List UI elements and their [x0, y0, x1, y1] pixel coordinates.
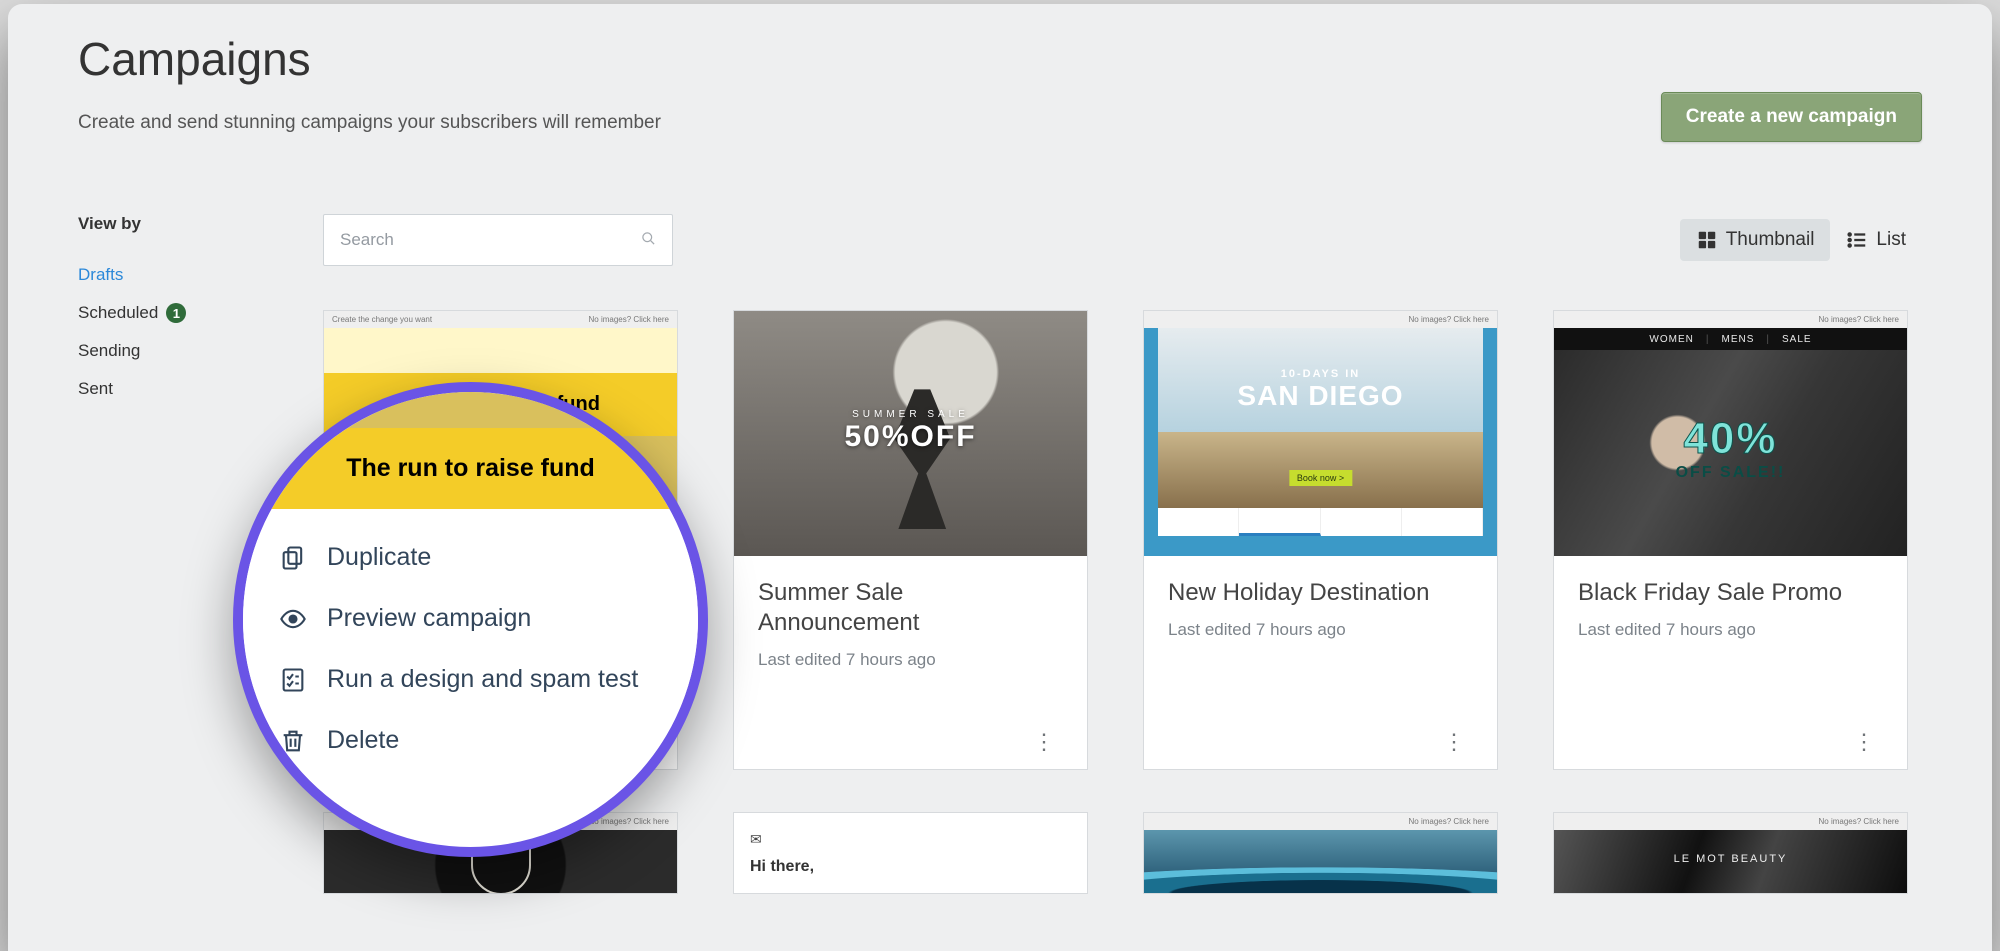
campaign-thumbnail: No images? Click here WOMEN|MENS|SALE 40…: [1554, 311, 1907, 556]
campaign-thumbnail: No images? Click here 10-DAYS INSAN DIEG…: [1144, 311, 1497, 556]
campaign-thumbnail: ✉ Hi there,: [734, 813, 1087, 893]
campaign-title: New Holiday Destination: [1168, 578, 1473, 608]
sidebar-item-label: Scheduled: [78, 303, 158, 323]
search-input-wrapper[interactable]: [323, 214, 673, 266]
campaign-title: Summer Sale Announcement: [758, 578, 1063, 638]
sidebar-item-label: Drafts: [78, 265, 123, 285]
sidebar-item-label: Sending: [78, 341, 140, 361]
page-title: Campaigns: [78, 32, 661, 86]
checklist-icon: [279, 666, 307, 694]
sidebar-item-drafts[interactable]: Drafts: [78, 256, 323, 294]
toggle-label: List: [1876, 229, 1906, 251]
page-subtitle: Create and send stunning campaigns your …: [78, 112, 661, 134]
eye-icon: [279, 605, 307, 633]
menu-delete[interactable]: Delete: [279, 710, 694, 771]
sidebar-item-label: Sent: [78, 379, 113, 399]
toggle-label: Thumbnail: [1726, 229, 1815, 251]
campaign-meta: Last edited 7 hours ago: [758, 650, 1063, 670]
menu-item-label: Delete: [327, 726, 399, 755]
view-toggle-list[interactable]: List: [1830, 219, 1922, 261]
app-window: Campaigns Create and send stunning campa…: [8, 4, 1992, 951]
campaign-card[interactable]: No images? Click here LE MOT BEAUTY: [1553, 812, 1908, 894]
menu-item-label: Run a design and spam test: [327, 665, 638, 694]
campaign-title: Black Friday Sale Promo: [1578, 578, 1883, 608]
campaign-thumbnail: No images? Click here LE MOT BEAUTY: [1554, 813, 1907, 893]
copy-icon: [279, 544, 307, 572]
sidebar-item-scheduled[interactable]: Scheduled 1: [78, 294, 323, 332]
scheduled-badge: 1: [166, 303, 186, 323]
campaign-card[interactable]: No images? Click here 10-DAYS INSAN DIEG…: [1143, 310, 1498, 770]
campaign-thumbnail: No images? Click here: [1144, 813, 1497, 893]
campaign-card[interactable]: No images? Click here SUMMER SALE50%OFF …: [733, 310, 1088, 770]
card-actions-button[interactable]: ⋮: [1847, 730, 1881, 753]
viewby-label: View by: [78, 214, 323, 234]
search-input[interactable]: [340, 230, 641, 250]
menu-duplicate[interactable]: Duplicate: [279, 527, 694, 588]
campaign-meta: Last edited 7 hours ago: [1168, 620, 1473, 640]
grid-icon: [1696, 229, 1718, 251]
card-context-menu: Duplicate Preview campaign Run a design …: [243, 509, 698, 831]
campaign-card[interactable]: ✉ Hi there,: [733, 812, 1088, 894]
menu-item-label: Duplicate: [327, 543, 431, 572]
view-toggle: Thumbnail List: [1680, 219, 1922, 261]
campaign-thumbnail: No images? Click here SUMMER SALE50%OFF: [734, 311, 1087, 556]
menu-item-label: Preview campaign: [327, 604, 531, 633]
card-actions-button[interactable]: ⋮: [1437, 730, 1471, 753]
view-toggle-thumbnail[interactable]: Thumbnail: [1680, 219, 1831, 261]
card-actions-button[interactable]: ⋮: [1027, 730, 1061, 753]
create-campaign-button[interactable]: Create a new campaign: [1661, 92, 1922, 142]
search-icon: [641, 231, 656, 250]
menu-spam-test[interactable]: Run a design and spam test: [279, 649, 694, 710]
sidebar-item-sending[interactable]: Sending: [78, 332, 323, 370]
campaign-meta: Last edited 7 hours ago: [1578, 620, 1883, 640]
envelope-icon: ✉: [750, 831, 1071, 848]
campaign-card[interactable]: No images? Click here WOMEN|MENS|SALE 40…: [1553, 310, 1908, 770]
list-icon: [1846, 229, 1868, 251]
menu-preview[interactable]: Preview campaign: [279, 588, 694, 649]
preview-hero-text: The run to raise fund: [243, 428, 698, 509]
trash-icon: [279, 727, 307, 755]
campaign-card[interactable]: No images? Click here: [1143, 812, 1498, 894]
highlight-magnifier: No images? Click here The run to raise f…: [233, 382, 708, 857]
